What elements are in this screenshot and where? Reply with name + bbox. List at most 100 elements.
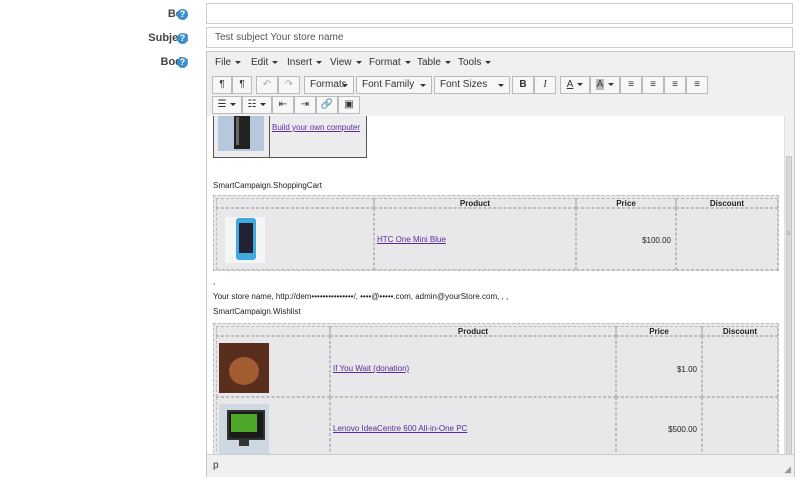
wishlist-price-cell: $500.00	[616, 397, 702, 454]
font-family-dropdown[interactable]: Font Family	[356, 76, 432, 94]
chevron-down-icon	[577, 82, 584, 86]
editor-menubar: File Edit Insert View Format Table Tools	[207, 52, 794, 74]
rtl-paragraph-icon[interactable]: ¶	[232, 76, 252, 94]
chevron-down-icon	[404, 60, 411, 64]
image-icon[interactable]: ▣	[338, 96, 360, 114]
editor-scrollbar[interactable]: ≡	[784, 116, 794, 456]
bullet-list-icon[interactable]: ☰	[212, 96, 242, 114]
subject-field[interactable]: Test subject Your store name	[206, 27, 793, 48]
cart-header-discount: Discount	[676, 198, 778, 208]
align-justify-icon[interactable]: ≡	[686, 76, 708, 94]
italic-button[interactable]: I	[534, 76, 556, 94]
italic-label: I	[543, 79, 547, 90]
editor-content[interactable]: Build your own computer SmartCampaign.Sh…	[207, 116, 785, 454]
comma-line: ,	[213, 277, 216, 286]
menu-insert[interactable]: Insert	[287, 57, 323, 68]
menu-table-label: Table	[417, 57, 441, 68]
menu-format[interactable]: Format	[369, 57, 411, 68]
menu-view-label: View	[330, 57, 352, 68]
wishlist-product-cell: If You Wait (donation)	[330, 336, 616, 397]
link-icon[interactable]: 🔗	[316, 96, 338, 114]
menu-file-label: File	[215, 57, 232, 68]
menu-insert-label: Insert	[287, 57, 313, 68]
cart-header-image	[216, 198, 374, 208]
align-center-icon[interactable]: ≡	[642, 76, 664, 94]
menu-file[interactable]: File	[215, 57, 242, 68]
menu-tools-label: Tools	[458, 57, 482, 68]
bold-button[interactable]: B	[512, 76, 534, 94]
wishlist-discount-cell	[702, 336, 778, 397]
computer-thumbnail	[218, 116, 264, 151]
indent-icon[interactable]: ⇥	[294, 96, 316, 114]
menu-table[interactable]: Table	[417, 57, 451, 68]
resize-handle-icon[interactable]: ◢	[784, 464, 791, 475]
cart-product-cell: HTC One Mini Blue	[374, 208, 576, 270]
editor-toolbar: ¶ ¶ ↶ ↷ Formats Font Family Font Sizes B…	[207, 73, 794, 117]
chevron-down-icon	[342, 84, 348, 87]
table-row	[216, 336, 330, 397]
chevron-down-icon	[498, 84, 504, 87]
font-sizes-dropdown[interactable]: Font Sizes	[434, 76, 510, 94]
editor-statusbar: p ◢	[207, 454, 794, 477]
product-link[interactable]: HTC One Mini Blue	[377, 235, 446, 244]
chevron-down-icon	[316, 60, 323, 64]
product-link[interactable]: If You Wait (donation)	[333, 364, 409, 373]
help-icon[interactable]: ?	[177, 9, 188, 20]
cart-price-cell: $100.00	[576, 208, 676, 270]
bg-color-label: A	[595, 79, 605, 90]
align-right-icon[interactable]: ≡	[664, 76, 686, 94]
album-thumbnail	[219, 343, 269, 393]
build-computer-link[interactable]: Build your own computer	[272, 123, 360, 132]
menu-view[interactable]: View	[330, 57, 362, 68]
background-color-button[interactable]: A	[590, 76, 620, 94]
price-value: $1.00	[676, 365, 697, 374]
menu-edit[interactable]: Edit	[251, 57, 279, 68]
outdent-icon[interactable]: ⇤	[272, 96, 294, 114]
chevron-down-icon	[230, 102, 237, 106]
chevron-down-icon	[608, 82, 615, 86]
text-color-label: A	[566, 79, 574, 90]
help-icon[interactable]: ?	[177, 57, 188, 68]
table-row	[216, 397, 330, 454]
cart-header-price: Price	[576, 198, 676, 208]
ltr-paragraph-icon[interactable]: ¶	[212, 76, 232, 94]
wishlist-header-price: Price	[616, 326, 702, 336]
table-row	[216, 208, 374, 270]
cart-header-product: Product	[374, 198, 576, 208]
wishlist-product-cell: Lenovo IdeaCentre 600 All-in-One PC	[330, 397, 616, 454]
menu-tools[interactable]: Tools	[458, 57, 492, 68]
chevron-down-icon	[444, 60, 451, 64]
bold-label: B	[519, 79, 527, 90]
pc-thumbnail	[219, 404, 269, 454]
chevron-down-icon	[485, 60, 492, 64]
align-left-icon[interactable]: ≡	[620, 76, 642, 94]
element-path[interactable]: p	[213, 460, 219, 471]
shopping-cart-table: Product Price Discount HTC One Mini Blue…	[213, 195, 779, 271]
menu-format-label: Format	[369, 57, 401, 68]
chevron-down-icon	[272, 60, 279, 64]
product-box: Build your own computer	[213, 116, 367, 158]
numbered-list-icon[interactable]: ☷	[242, 96, 272, 114]
chevron-down-icon	[355, 60, 362, 64]
menu-edit-label: Edit	[251, 57, 269, 68]
help-icon[interactable]: ?	[177, 33, 188, 44]
text-color-button[interactable]: A	[560, 76, 590, 94]
undo-icon[interactable]: ↶	[256, 76, 278, 94]
wishlist-token: SmartCampaign.Wishlist	[213, 307, 301, 316]
price-value: $100.00	[642, 236, 671, 245]
wishlist-header-product: Product	[330, 326, 616, 336]
bcc-field[interactable]	[206, 3, 793, 24]
cart-discount-cell	[676, 208, 778, 270]
wishlist-price-cell: $1.00	[616, 336, 702, 397]
redo-icon[interactable]: ↷	[278, 76, 300, 94]
shopping-cart-token: SmartCampaign.ShoppingCart	[213, 181, 322, 190]
chevron-down-icon	[420, 84, 426, 87]
scrollbar-thumb[interactable]: ≡	[786, 156, 792, 456]
phone-thumbnail	[225, 217, 265, 263]
wishlist-header-image	[216, 326, 330, 336]
rich-text-editor: File Edit Insert View Format Table Tools…	[206, 51, 795, 477]
product-link[interactable]: Lenovo IdeaCentre 600 All-in-One PC	[333, 424, 467, 433]
font-sizes-label: Font Sizes	[440, 79, 488, 90]
formats-dropdown[interactable]: Formats	[304, 76, 354, 94]
chevron-down-icon	[235, 60, 242, 64]
